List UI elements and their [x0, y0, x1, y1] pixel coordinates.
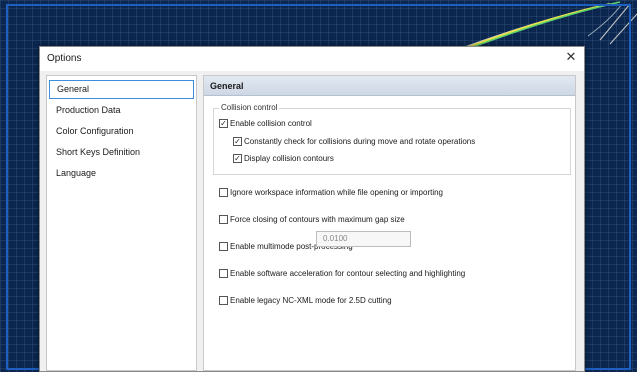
checkbox-checked-icon: ✓: [233, 136, 242, 146]
constantly-check-collisions-checkbox[interactable]: ✓ Constantly check for collisions during …: [233, 136, 475, 148]
checkbox-unchecked-icon: [219, 214, 228, 224]
general-settings-panel: General Collision control ✓ Enable collis…: [203, 75, 576, 371]
checkbox-unchecked-icon: [219, 295, 228, 305]
enable-legacy-ncxml-checkbox[interactable]: Enable legacy NC-XML mode for 2.5D cutti…: [219, 295, 392, 307]
checkbox-unchecked-icon: [219, 241, 228, 251]
options-nav: General Production Data Color Configurat…: [46, 75, 197, 371]
checkbox-unchecked-icon: [219, 268, 228, 278]
nav-item-general[interactable]: General: [49, 80, 194, 99]
force-closing-contours-checkbox[interactable]: Force closing of contours with maximum g…: [219, 214, 405, 226]
checkbox-label: Constantly check for collisions during m…: [244, 137, 476, 146]
checkbox-label: Enable software acceleration for contour…: [230, 269, 466, 278]
checkbox-label: Force closing of contours with maximum g…: [230, 215, 405, 224]
options-dialog: Options ✕ General Production Data Color …: [39, 46, 585, 372]
dialog-title: Options: [47, 53, 82, 64]
nav-item-production-data[interactable]: Production Data: [49, 101, 194, 120]
checkbox-checked-icon: ✓: [233, 153, 242, 163]
checkbox-checked-icon: ✓: [219, 118, 228, 128]
collision-group-legend: Collision control: [219, 103, 280, 112]
checkbox-label: Enable legacy NC-XML mode for 2.5D cutti…: [230, 296, 392, 305]
gap-size-field[interactable]: 0.0100: [316, 231, 411, 247]
checkbox-unchecked-icon: [219, 187, 228, 197]
close-icon[interactable]: ✕: [560, 48, 582, 68]
display-collision-contours-checkbox[interactable]: ✓ Display collision contours: [233, 153, 334, 165]
panel-header: General: [204, 76, 575, 96]
ignore-workspace-checkbox[interactable]: Ignore workspace information while file …: [219, 187, 443, 199]
nav-item-color-configuration[interactable]: Color Configuration: [49, 122, 194, 141]
nav-item-short-keys-definition[interactable]: Short Keys Definition: [49, 143, 194, 162]
nav-item-language[interactable]: Language: [49, 164, 194, 183]
checkbox-label: Enable collision control: [230, 119, 312, 128]
panel-title: General: [210, 81, 244, 91]
checkbox-label: Ignore workspace information while file …: [230, 188, 443, 197]
enable-software-acceleration-checkbox[interactable]: Enable software acceleration for contour…: [219, 268, 465, 280]
checkbox-label: Display collision contours: [244, 154, 334, 163]
enable-collision-control-checkbox[interactable]: ✓ Enable collision control: [219, 118, 312, 130]
title-bar: Options ✕: [40, 47, 584, 71]
